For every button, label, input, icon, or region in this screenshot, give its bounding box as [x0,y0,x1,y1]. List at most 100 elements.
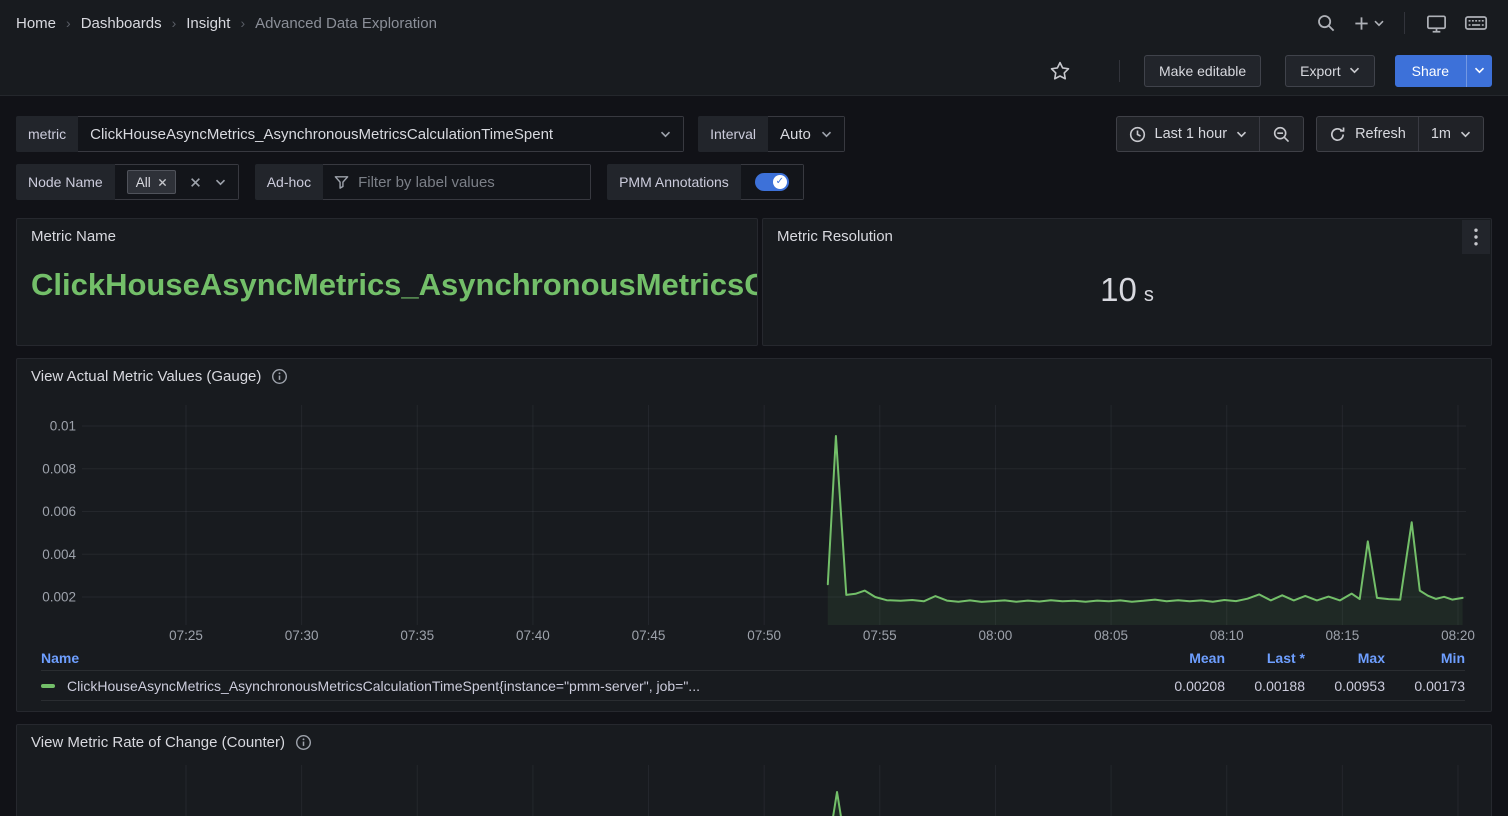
make-editable-label: Make editable [1159,63,1246,79]
filter-funnel-icon [333,174,350,191]
remove-value-icon [158,178,167,187]
breadcrumb-dashboards[interactable]: Dashboards [81,15,162,32]
legend-name-header[interactable]: Name [41,650,1145,666]
share-menu-button[interactable] [1466,55,1492,87]
pmm-annotations-label: PMM Annotations [607,164,741,200]
series-mean-value: 0.00208 [1145,678,1225,694]
gauge-time-series-chart[interactable]: 0.0020.0040.0060.0080.0107:2507:3007:350… [20,403,1480,645]
nav-actions [1311,8,1492,38]
toggle-knob-check-icon: ✓ [773,175,787,189]
svg-text:07:50: 07:50 [747,628,781,643]
chevron-down-icon [660,131,671,138]
interval-variable-label: Interval [698,116,768,152]
refresh-button[interactable]: Refresh [1317,117,1418,151]
svg-text:07:30: 07:30 [285,628,319,643]
svg-text:07:25: 07:25 [169,628,203,643]
svg-text:0.004: 0.004 [42,547,76,562]
counter-panel-title[interactable]: View Metric Rate of Change (Counter) [31,734,285,751]
zoom-out-button[interactable] [1259,117,1303,151]
plus-icon [1353,15,1370,32]
zoom-out-icon [1272,125,1291,144]
pmm-annotations-control: PMM Annotations ✓ [607,164,804,200]
breadcrumb-separator: › [240,15,245,31]
filters-row-2: Node Name All Ad-hoc PMM Annotations ✓ [16,164,804,200]
svg-text:0.008: 0.008 [42,461,76,476]
info-icon[interactable] [271,368,288,385]
monitor-icon[interactable] [1421,8,1452,38]
node-name-label: Node Name [16,164,115,200]
chevron-down-icon [215,179,226,186]
breadcrumb-current-page: Advanced Data Exploration [255,15,437,32]
counter-time-series-chart[interactable] [20,765,1480,816]
metric-resolution-number: 10 [1100,271,1137,309]
metric-variable-label: metric [16,116,78,152]
interval-variable: Interval Auto [698,116,845,152]
export-label: Export [1300,63,1340,79]
legend-table: Name Mean Last * Max Min ClickHouseAsync… [41,645,1465,701]
info-icon[interactable] [295,734,312,751]
metric-variable-select[interactable]: ClickHouseAsyncMetrics_AsynchronousMetri… [78,116,684,152]
time-range-picker[interactable]: Last 1 hour [1117,117,1260,151]
metric-resolution-panel: Metric Resolution 10 s [762,218,1492,346]
export-button[interactable]: Export [1285,55,1374,87]
top-nav: Home › Dashboards › Insight › Advanced D… [0,0,1508,46]
metric-name-value: ClickHouseAsyncMetrics_AsynchronousMetri… [31,267,757,303]
metric-name-panel: Metric Name ClickHouseAsyncMetrics_Async… [16,218,758,346]
adhoc-filter-input[interactable] [358,174,580,191]
metric-variable-value: ClickHouseAsyncMetrics_AsynchronousMetri… [90,126,553,143]
panel-menu-kebab-icon[interactable] [1462,220,1490,254]
legend-last-header[interactable]: Last * [1225,650,1305,666]
share-label: Share [1412,63,1449,79]
series-min-value: 0.00173 [1385,678,1465,694]
series-max-value: 0.00953 [1305,678,1385,694]
legend-series-row: ClickHouseAsyncMetrics_AsynchronousMetri… [41,671,1465,701]
series-name[interactable]: ClickHouseAsyncMetrics_AsynchronousMetri… [67,678,1145,694]
interval-variable-select[interactable]: Auto [768,116,845,152]
svg-text:0.01: 0.01 [50,419,76,434]
series-last-value: 0.00188 [1225,678,1305,694]
metric-name-panel-title[interactable]: Metric Name [31,228,116,245]
time-range-label: Last 1 hour [1155,126,1228,142]
svg-text:0.002: 0.002 [42,590,76,605]
make-editable-button[interactable]: Make editable [1144,55,1261,87]
dashboard-toolbar: Make editable Export Share [0,46,1508,96]
metric-variable: metric ClickHouseAsyncMetrics_Asynchrono… [16,116,684,152]
chevron-down-icon [1474,67,1485,74]
add-new-button[interactable] [1349,8,1388,38]
refresh-interval-value: 1m [1431,126,1451,142]
interval-variable-value: Auto [780,126,811,143]
clear-all-icon[interactable] [190,177,201,188]
legend-max-header[interactable]: Max [1305,650,1385,666]
svg-text:08:15: 08:15 [1325,628,1359,643]
share-button-group: Share [1395,55,1492,87]
clock-icon [1129,126,1146,143]
refresh-label: Refresh [1355,126,1406,142]
star-icon[interactable] [1045,56,1075,86]
breadcrumb-insight[interactable]: Insight [186,15,230,32]
breadcrumb-home[interactable]: Home [16,15,56,32]
chevron-down-icon [1236,131,1247,138]
chevron-down-icon [1460,131,1471,138]
breadcrumb: Home › Dashboards › Insight › Advanced D… [16,15,437,32]
legend-header-row: Name Mean Last * Max Min [41,645,1465,671]
breadcrumb-separator: › [172,15,177,31]
node-name-selected-chip[interactable]: All [127,170,176,194]
series-color-swatch [41,684,55,688]
gauge-panel-title[interactable]: View Actual Metric Values (Gauge) [31,368,261,385]
refresh-group: Refresh 1m [1316,116,1484,152]
search-icon[interactable] [1311,8,1341,38]
chevron-down-icon [1349,67,1360,74]
gauge-chart-panel: View Actual Metric Values (Gauge) 0.0020… [16,358,1492,712]
refresh-interval-picker[interactable]: 1m [1418,117,1483,151]
adhoc-filter-input-box [323,164,591,200]
svg-text:0.006: 0.006 [42,504,76,519]
pmm-annotations-toggle[interactable]: ✓ [755,173,789,191]
chevron-down-icon [1374,20,1384,27]
share-button[interactable]: Share [1395,55,1466,87]
divider [1119,60,1120,82]
node-name-select[interactable]: All [115,164,239,200]
legend-min-header[interactable]: Min [1385,650,1465,666]
metric-resolution-panel-title[interactable]: Metric Resolution [777,228,893,245]
legend-mean-header[interactable]: Mean [1145,650,1225,666]
keyboard-icon[interactable] [1460,8,1492,38]
